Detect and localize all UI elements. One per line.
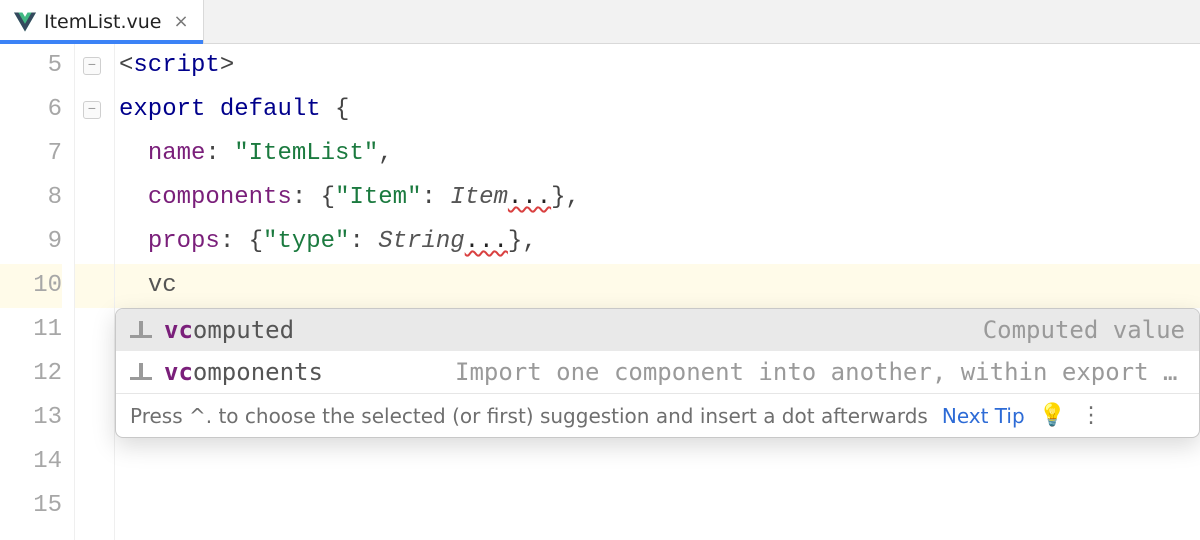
code-line[interactable] bbox=[115, 440, 1200, 484]
tab-bar: ItemList.vue × bbox=[0, 0, 1200, 44]
live-template-icon bbox=[130, 363, 152, 381]
code-line[interactable]: <script> bbox=[115, 44, 1200, 88]
fold-toggle-icon[interactable]: − bbox=[83, 57, 101, 75]
code-line[interactable]: export default { bbox=[115, 88, 1200, 132]
code-line[interactable]: components: {"Item": Item...}, bbox=[115, 176, 1200, 220]
line-number: 14 bbox=[0, 440, 62, 484]
line-number: 7 bbox=[0, 132, 62, 176]
code-area[interactable]: <script> export default { name: "ItemLis… bbox=[115, 44, 1200, 540]
vue-icon bbox=[14, 12, 36, 32]
close-icon[interactable]: × bbox=[173, 11, 188, 32]
completion-hint: Press ^. to choose the selected (or firs… bbox=[130, 404, 928, 428]
line-number: 11 bbox=[0, 308, 62, 352]
more-options-icon[interactable]: ⋮ bbox=[1080, 403, 1100, 428]
completion-footer: Press ^. to choose the selected (or firs… bbox=[116, 393, 1199, 437]
code-line[interactable] bbox=[115, 484, 1200, 528]
line-number: 5 bbox=[0, 44, 62, 88]
line-number: 13 bbox=[0, 396, 62, 440]
code-line-current[interactable]: vc bbox=[115, 264, 1200, 308]
file-tab[interactable]: ItemList.vue × bbox=[0, 0, 204, 43]
line-number: 15 bbox=[0, 484, 62, 528]
completion-item[interactable]: vcomponents Import one component into an… bbox=[116, 351, 1199, 393]
lightbulb-icon[interactable]: 💡 bbox=[1039, 403, 1066, 428]
line-number: 9 bbox=[0, 220, 62, 264]
line-number: 6 bbox=[0, 88, 62, 132]
fold-toggle-icon[interactable]: − bbox=[83, 101, 101, 119]
completion-description: Computed value bbox=[983, 316, 1185, 344]
gutter: 5 6 7 8 9 10 11 12 13 14 15 bbox=[0, 44, 75, 540]
line-number: 10 bbox=[0, 264, 62, 308]
line-number: 12 bbox=[0, 352, 62, 396]
code-editor[interactable]: 5 6 7 8 9 10 11 12 13 14 15 − − <script>… bbox=[0, 44, 1200, 540]
line-number: 8 bbox=[0, 176, 62, 220]
next-tip-link[interactable]: Next Tip bbox=[942, 404, 1025, 428]
completion-item[interactable]: vcomputed Computed value bbox=[116, 309, 1199, 351]
completion-label: vcomponents bbox=[164, 358, 323, 386]
completion-description: Import one component into another, withi… bbox=[455, 358, 1185, 386]
code-line[interactable]: props: {"type": String...}, bbox=[115, 220, 1200, 264]
fold-column: − − bbox=[75, 44, 115, 540]
live-template-icon bbox=[130, 321, 152, 339]
tab-filename: ItemList.vue bbox=[44, 11, 161, 33]
completion-label: vcomputed bbox=[164, 316, 294, 344]
code-line[interactable]: name: "ItemList", bbox=[115, 132, 1200, 176]
completion-popup: vcomputed Computed value vcomponents Imp… bbox=[115, 308, 1200, 438]
